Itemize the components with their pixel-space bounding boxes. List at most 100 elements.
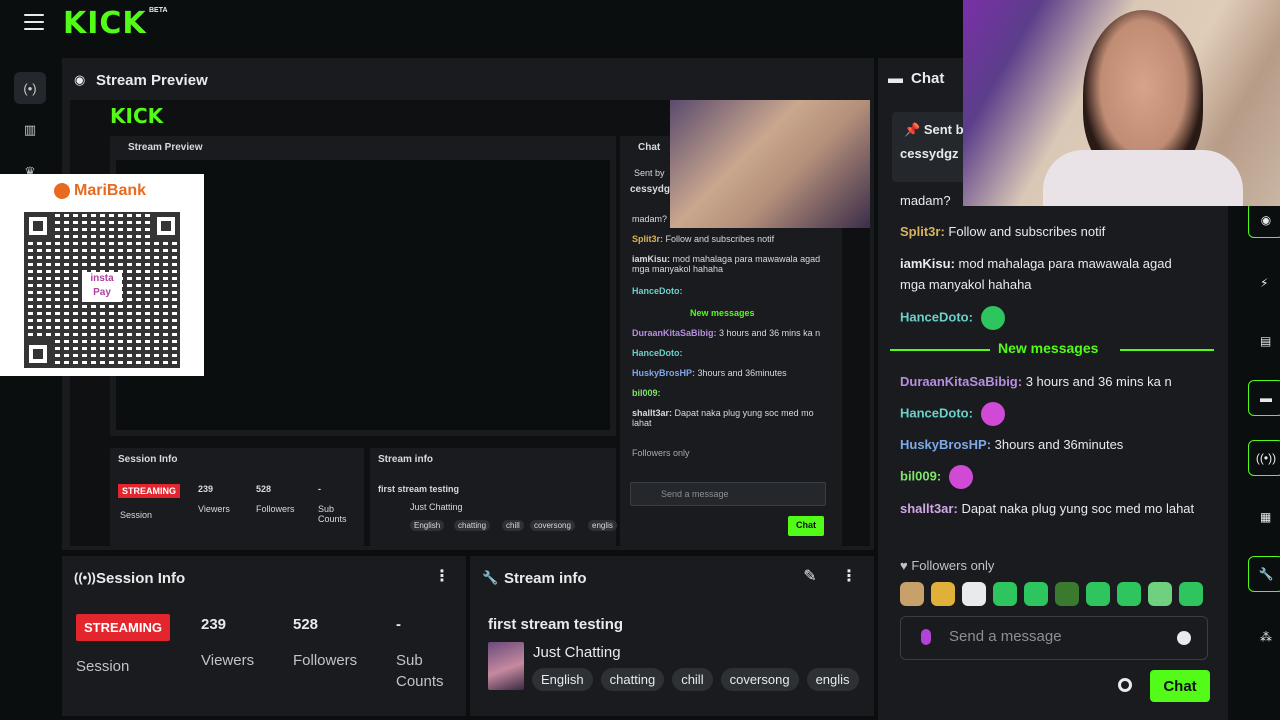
nested-tag: coversong	[530, 520, 575, 531]
send-message-box[interactable]	[900, 616, 1208, 660]
qr-brand: MariBank	[74, 182, 147, 199]
new-messages-label: New messages	[998, 340, 1099, 356]
wrench-toggle-icon[interactable]: 🔧	[1248, 556, 1280, 592]
nested-tag: chill	[502, 520, 524, 531]
nested-webcam	[670, 100, 870, 228]
chat-message: DuraanKitaSaBibig: 3 hours and 36 mins k…	[900, 371, 1200, 392]
followers-label: Followers	[293, 652, 358, 669]
more-options-icon[interactable]: ⋮	[434, 568, 450, 586]
session-toggle-icon[interactable]: ((•))	[1248, 440, 1280, 476]
chat-username[interactable]: HanceDoto:	[900, 405, 973, 420]
tag[interactable]: coversong	[720, 668, 799, 691]
chat-toggle-icon[interactable]: ▬	[1248, 380, 1280, 416]
nested-user: DuraanKitaSaBibig:	[632, 328, 717, 338]
nested-sent-by: Sent by	[634, 168, 665, 178]
chat-message: bil009:	[900, 465, 1200, 489]
emote	[980, 306, 1005, 330]
more-icon[interactable]: ⁂	[1260, 630, 1274, 644]
category-thumbnail[interactable]	[488, 642, 524, 690]
stream-info-panel: 🔧 Stream info ✎ ⋮ first stream testing J…	[470, 556, 874, 716]
broadcast-icon: ((•))	[74, 570, 96, 585]
chat-message: shallt3ar: Dapat naka plug yung soc med …	[900, 498, 1200, 519]
emote[interactable]	[900, 582, 924, 606]
nested-chat-btn-label: Chat	[796, 520, 816, 530]
heart-icon: ♥	[900, 558, 912, 573]
emote[interactable]	[1117, 582, 1141, 606]
nested-subs-value: -	[318, 484, 321, 494]
panel-title: Stream Preview	[96, 71, 208, 89]
subs-label-line: Counts	[396, 673, 444, 690]
microphone-icon[interactable]	[921, 629, 931, 645]
nested-session-info: Session Info STREAMING Session 239 Viewe…	[110, 448, 364, 546]
chat-username[interactable]: iamKisu:	[900, 256, 955, 271]
emote	[948, 465, 973, 489]
chat-username[interactable]: HanceDoto:	[900, 309, 973, 324]
edit-icon[interactable]: ✎	[803, 568, 817, 586]
tag-list: English chatting chill coversong englis	[532, 668, 859, 691]
chat-username[interactable]: DuraanKitaSaBibig:	[900, 374, 1022, 389]
emote	[980, 402, 1005, 426]
streaming-badge: STREAMING	[76, 614, 170, 641]
qr-code: insta Pay	[24, 212, 180, 368]
chat-input[interactable]	[949, 628, 1159, 645]
settings-gear-icon[interactable]	[1118, 678, 1132, 692]
chat-username[interactable]: Split3r:	[900, 224, 945, 239]
tag[interactable]: englis	[806, 668, 859, 691]
followers-only-indicator: ♥ Followers only	[900, 558, 994, 573]
nested-viewers-value: 239	[198, 484, 214, 494]
tag[interactable]: chatting	[600, 668, 665, 691]
emote[interactable]	[1055, 582, 1079, 606]
nested-send-placeholder: Send a message	[661, 489, 729, 499]
nested-tag: English	[410, 520, 445, 531]
instapay-logo: insta Pay	[82, 272, 122, 302]
nested-user: HanceDoto:	[632, 348, 683, 358]
emote[interactable]	[1024, 582, 1048, 606]
chat-username[interactable]: shallt3ar:	[900, 501, 958, 516]
new-messages-divider: New messages	[890, 340, 1214, 360]
nested-followers-label: Followers	[256, 504, 295, 514]
emote[interactable]	[1148, 582, 1172, 606]
session-info-panel: ((•)) Session Info ⋮ STREAMING Session 2…	[62, 556, 466, 716]
tag[interactable]: chill	[672, 668, 713, 691]
followers-only-label: Followers only	[911, 558, 995, 573]
kick-logo[interactable]: KICK	[63, 6, 147, 41]
layout-icon[interactable]: ▦	[1260, 510, 1274, 524]
followers-value: 528	[293, 616, 319, 633]
preview-toggle-icon[interactable]: ◉	[1248, 202, 1280, 238]
emote[interactable]	[993, 582, 1017, 606]
chat-username[interactable]: HuskyBrosHP:	[900, 437, 991, 452]
nested-streaming-badge: STREAMING	[118, 484, 180, 498]
chat-text: Dapat naka plug yung soc med mo lahat	[961, 501, 1195, 516]
nested-session-label: Session	[120, 510, 153, 520]
chat-text: 3hours and 36minutes	[994, 437, 1124, 452]
emote[interactable]	[931, 582, 955, 606]
chat-send-button[interactable]: Chat	[1150, 670, 1210, 702]
analytics-icon[interactable]: ▥	[14, 114, 46, 146]
right-rail: ◉ ⚡ ▤ ▬ ((•)) ▦ 🔧 ⁂	[1232, 200, 1280, 700]
chat-text: Follow and subscribes notif	[948, 224, 1106, 239]
lightning-icon[interactable]: ⚡	[1260, 276, 1274, 290]
emote[interactable]	[962, 582, 986, 606]
tag[interactable]: English	[532, 668, 593, 691]
chat-username[interactable]: bil009:	[900, 468, 941, 483]
nested-tag: englis	[588, 520, 617, 531]
emote[interactable]	[1086, 582, 1110, 606]
chat-message: Split3r: Follow and subscribes notif	[900, 221, 1200, 242]
chat-title-text: Chat	[911, 70, 945, 87]
document-icon[interactable]: ▤	[1260, 334, 1274, 348]
more-options-icon[interactable]: ⋮	[841, 568, 857, 586]
pinned-user: cessydgz	[900, 146, 959, 161]
nested-user: HanceDoto:	[632, 286, 683, 296]
session-label: Session	[76, 658, 130, 675]
broadcast-icon[interactable]: (•)	[14, 72, 46, 104]
category-name[interactable]: Just Chatting	[533, 644, 621, 661]
stream-title: first stream testing	[488, 616, 624, 633]
menu-icon[interactable]	[24, 14, 44, 30]
subs-label-line: Sub	[396, 652, 423, 669]
viewers-value: 239	[201, 616, 227, 633]
emoji-icon[interactable]	[1177, 631, 1191, 645]
webcam-overlay	[963, 0, 1280, 206]
nested-chat-title: Chat	[638, 142, 661, 153]
preview-icon: ◉	[74, 72, 86, 87]
emote[interactable]	[1179, 582, 1203, 606]
